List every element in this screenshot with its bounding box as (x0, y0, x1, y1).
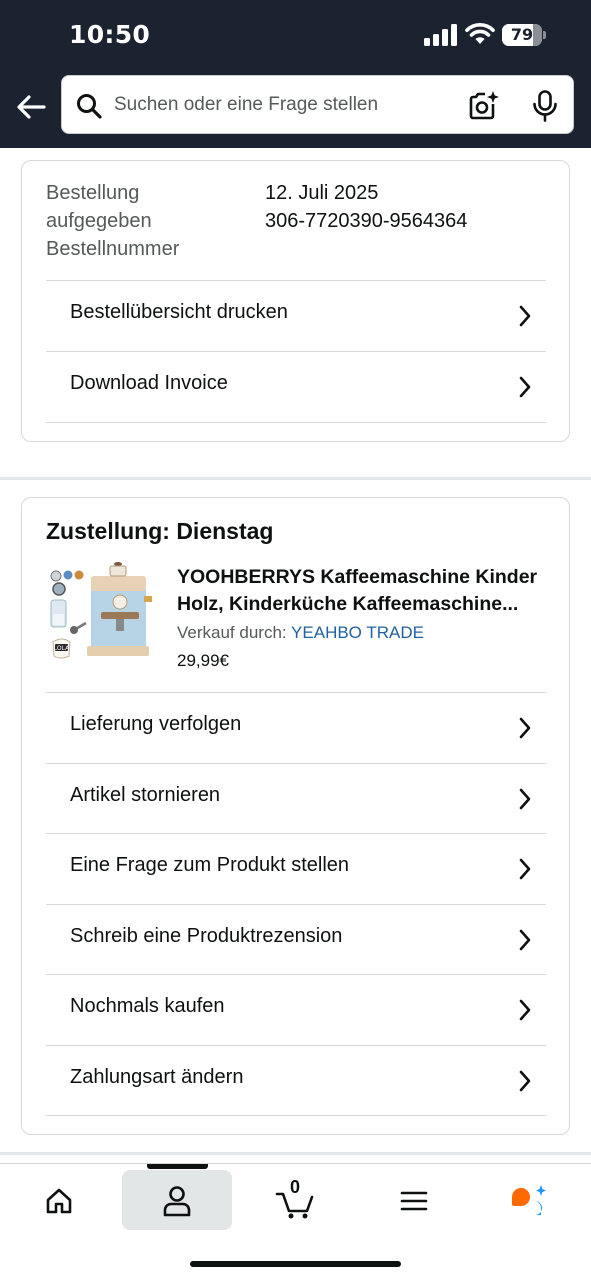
chevron-right-icon (519, 929, 531, 951)
chevron-right-icon (519, 1070, 531, 1092)
product-title[interactable]: YOOHBERRYS Kaffeemaschine Kinder Holz, K… (177, 564, 557, 618)
chevron-right-icon (519, 788, 531, 810)
status-time: 10:50 (69, 20, 151, 49)
row-label: Artikel stornieren (70, 784, 221, 806)
chevron-right-icon (519, 858, 531, 880)
order-number-label: Bestellnummer (46, 238, 180, 260)
search-input[interactable] (114, 88, 454, 122)
row-label: Download Invoice (70, 372, 228, 394)
divider (46, 422, 546, 423)
rufus-assistant-icon (512, 1185, 546, 1215)
download-invoice-row[interactable]: Download Invoice (46, 351, 546, 422)
row-label: Lieferung verfolgen (70, 713, 242, 735)
search-bar[interactable] (61, 75, 574, 134)
write-review-row[interactable]: Schreib eine Produktrezension (46, 904, 546, 975)
chevron-right-icon (519, 999, 531, 1021)
order-placed-label: Bestellung (46, 182, 140, 204)
active-tab-indicator (147, 1164, 208, 1169)
account-icon (163, 1186, 191, 1217)
product-price: 29,99€ (177, 651, 229, 670)
home-icon (46, 1188, 72, 1214)
nav-cart[interactable]: 0 (240, 1170, 350, 1230)
battery-level-text: 79 (510, 25, 534, 44)
product-title-line1: YOOHBERRYS Kaffeemaschine Kinder (177, 566, 538, 588)
seller-prefix: Verkauf durch: (177, 623, 292, 642)
nav-rufus[interactable] (476, 1170, 586, 1230)
seller-line: Verkauf durch: YEAHBO TRADE (177, 623, 424, 643)
nav-menu[interactable] (358, 1170, 468, 1230)
product-image[interactable]: LOLA (44, 562, 156, 674)
wifi-icon (465, 23, 495, 44)
order-meta: Bestellung aufgegeben Bestellnummer 12. … (46, 179, 556, 263)
chevron-right-icon (519, 376, 531, 398)
order-number: 306-7720390-9564364 (265, 210, 468, 232)
camera-lens-icon[interactable] (467, 90, 499, 122)
order-info-card: Bestellung aufgegeben Bestellnummer 12. … (21, 160, 570, 442)
battery-indicator: 79 (502, 24, 546, 46)
menu-icon (400, 1191, 428, 1211)
ask-product-question-row[interactable]: Eine Frage zum Produkt stellen (46, 833, 546, 904)
section-divider (0, 477, 591, 480)
chevron-right-icon (519, 305, 531, 327)
order-placed-label-2: aufgegeben (46, 210, 152, 232)
product-title-line2: Holz, Kinderküche Kaffeemaschine... (177, 593, 519, 615)
row-label: Schreib eine Produktrezension (70, 925, 343, 947)
microphone-icon[interactable] (531, 90, 559, 122)
home-indicator (190, 1261, 401, 1267)
cellular-signal-icon (424, 24, 457, 46)
row-label: Eine Frage zum Produkt stellen (70, 854, 350, 876)
track-package-row[interactable]: Lieferung verfolgen (46, 692, 546, 763)
buy-again-row[interactable]: Nochmals kaufen (46, 974, 546, 1045)
order-date: 12. Juli 2025 (265, 182, 379, 204)
top-header: 10:50 79 (0, 0, 591, 148)
row-label: Bestellübersicht drucken (70, 301, 288, 323)
delivery-title: Zustellung: Dienstag (46, 518, 274, 544)
row-label: Zahlungsart ändern (70, 1066, 244, 1088)
change-payment-row[interactable]: Zahlungsart ändern (46, 1045, 546, 1116)
delivery-card: Zustellung: Dienstag LOLA YOOHBERRYS Kaf… (21, 497, 570, 1135)
cart-count: 0 (290, 1177, 301, 1197)
status-bar: 10:50 79 (0, 0, 591, 70)
nav-home[interactable] (4, 1170, 114, 1230)
search-icon (77, 94, 102, 119)
section-divider (0, 1152, 591, 1155)
svg-text:LOLA: LOLA (54, 645, 70, 652)
print-order-summary-row[interactable]: Bestellübersicht drucken (46, 280, 546, 351)
divider (46, 1115, 546, 1116)
nav-account[interactable] (122, 1170, 232, 1230)
seller-link[interactable]: YEAHBO TRADE (291, 623, 424, 642)
row-label: Nochmals kaufen (70, 995, 225, 1017)
back-arrow-icon[interactable] (12, 88, 50, 126)
chevron-right-icon (519, 717, 531, 739)
cancel-item-row[interactable]: Artikel stornieren (46, 763, 546, 834)
